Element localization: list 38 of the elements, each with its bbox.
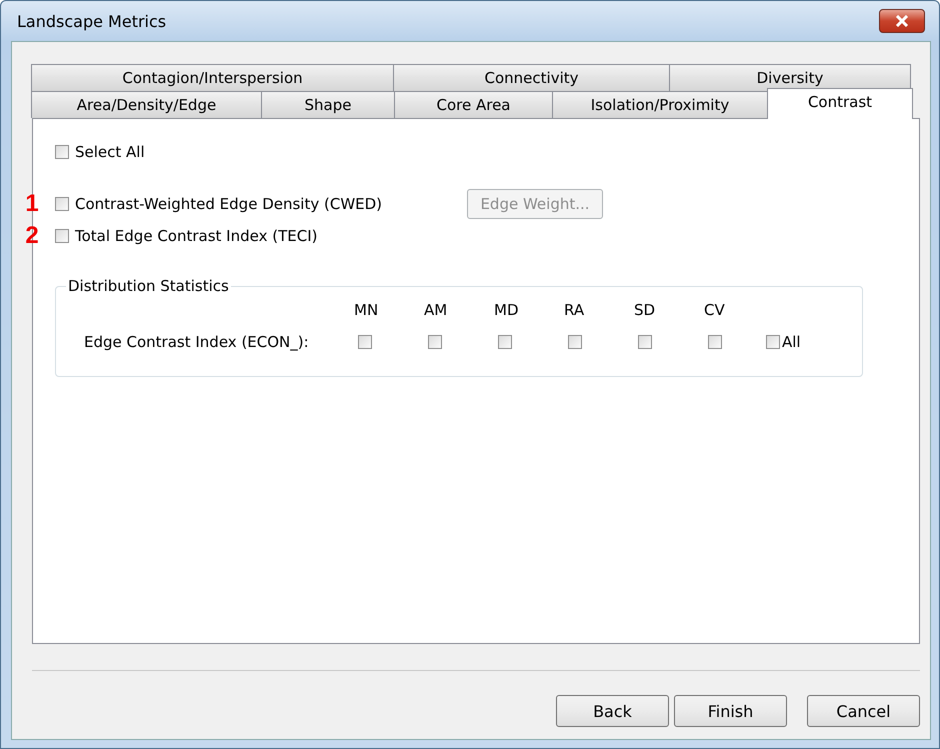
checkbox[interactable] — [638, 335, 652, 349]
annotation-number: 1 — [24, 190, 40, 218]
checkbox-label: Total Edge Contrast Index (TECI) — [75, 227, 318, 245]
dialog-button[interactable]: Finish — [674, 695, 787, 727]
window-title: Landscape Metrics — [16, 12, 166, 30]
checkbox[interactable] — [568, 335, 582, 349]
checkbox[interactable] — [708, 335, 722, 349]
close-icon — [895, 15, 909, 27]
tab[interactable]: Contrast — [767, 88, 913, 119]
column-header: MD — [493, 301, 520, 319]
column-header: MN — [353, 301, 380, 319]
checkbox[interactable] — [358, 335, 372, 349]
tab[interactable]: Area/Density/Edge — [31, 91, 262, 118]
annotation-number: 2 — [24, 222, 40, 250]
checkbox-label: Select All — [75, 143, 145, 161]
checkbox[interactable] — [766, 335, 780, 349]
checkbox[interactable] — [55, 197, 69, 211]
tab[interactable]: Diversity — [669, 64, 911, 91]
checkbox-label: All — [782, 333, 801, 351]
row-label: Edge Contrast Index (ECON_): — [83, 333, 310, 351]
tab[interactable]: Core Area — [394, 91, 553, 118]
tab[interactable]: Isolation/Proximity — [552, 91, 768, 118]
checkbox[interactable] — [55, 145, 69, 159]
column-header: CV — [703, 301, 726, 319]
checkbox[interactable] — [55, 229, 69, 243]
column-header: SD — [633, 301, 656, 319]
dialog-button[interactable]: Back — [556, 695, 669, 727]
checkbox-label: Contrast-Weighted Edge Density (CWED) — [75, 195, 382, 213]
tab[interactable]: Contagion/Interspersion — [31, 64, 394, 91]
tab[interactable]: Connectivity — [393, 64, 670, 91]
column-header: AM — [423, 301, 448, 319]
group-title: Distribution Statistics — [67, 277, 230, 295]
dialog-button[interactable]: Cancel — [807, 695, 920, 727]
column-header: RA — [563, 301, 586, 319]
tab[interactable]: Shape — [261, 91, 395, 118]
close-button[interactable] — [879, 9, 925, 33]
checkbox[interactable] — [498, 335, 512, 349]
checkbox[interactable] — [428, 335, 442, 349]
